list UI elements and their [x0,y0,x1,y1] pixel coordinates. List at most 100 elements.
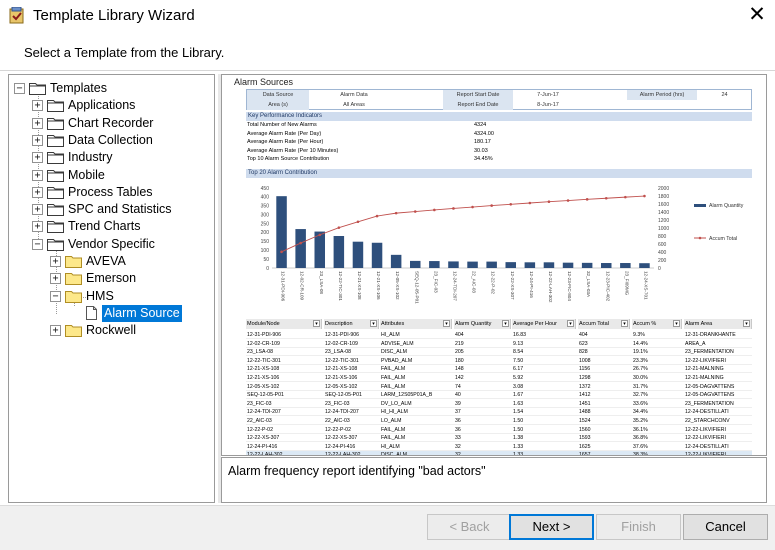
filter-dropdown-icon[interactable]: ▾ [567,320,574,327]
tree-item-alarm-source[interactable]: Alarm Source [9,304,214,322]
tree-item-label: Emerson [86,271,137,286]
collapse-icon[interactable]: − [32,238,43,250]
table-cell: 5.92 [513,375,524,381]
column-header[interactable]: Alarm Area ▾ [684,319,752,329]
tree-item-templates[interactable]: − Templates [9,80,214,97]
tree-item-data-collection[interactable]: + Data Collection [9,132,214,149]
expand-icon[interactable]: + [32,152,43,164]
tree-item-mobile[interactable]: + Mobile [9,167,214,184]
tree-item-applications[interactable]: + Applications [9,97,214,114]
kpi-label: Average Alarm Rate (Per Day) [247,130,322,137]
expand-icon[interactable]: + [50,256,61,267]
table-cell: 26.7% [633,366,648,373]
x-tick-label: 12-24-TDI-207 [452,271,457,301]
expand-icon[interactable]: + [32,204,43,216]
tree-item-process-tables[interactable]: + Process Tables [9,184,214,201]
tree-item-aveva[interactable]: + AVEVA [9,253,214,270]
filter-dropdown-icon[interactable]: ▾ [502,320,509,327]
expand-icon[interactable]: + [32,134,43,146]
collapse-icon[interactable]: − [14,83,25,94]
expand-icon[interactable]: + [32,169,43,181]
table-cell: 32.7% [633,392,648,399]
tree-item-rockwell[interactable]: + Rockwell [9,322,214,339]
accum-point [280,250,283,254]
table-cell: 623 [579,340,588,347]
column-header[interactable]: Module/Node ▾ [246,319,322,329]
table-row: 12-21-XS-108 12-21-XS-108 FAIL_ALM 148 6.17 1… [246,365,752,374]
table-cell: 33 [455,435,461,442]
column-header[interactable]: Accum % ▾ [632,319,682,329]
cancel-button[interactable]: Cancel [683,514,768,540]
next-button[interactable]: Next > [509,514,594,540]
folder-icon [47,202,64,217]
accum-point [375,214,379,218]
filter-dropdown-icon[interactable]: ▾ [443,320,450,327]
column-header[interactable]: Average Per Hour ▾ [512,319,576,329]
y-tick-label-right: 2000 [658,186,669,192]
expand-icon[interactable]: + [50,325,61,337]
accum-point [413,210,417,213]
expand-icon[interactable]: + [32,186,43,198]
tree-item-emerson[interactable]: + Emerson [9,270,214,287]
x-tick-label: 12-23-FIC-804 [567,271,572,301]
tree-item-trend-charts[interactable]: + Trend Charts [9,218,214,235]
close-icon[interactable]: ✕ [746,3,768,27]
expand-icon[interactable]: + [32,100,43,112]
column-header-label: Alarm Area [685,321,713,327]
bar [639,263,650,268]
bar [581,262,593,268]
table-cell: 12-21-MALNING [685,366,724,373]
column-header[interactable]: Accum Total ▾ [578,319,630,329]
column-header-label: Attributes [381,321,405,327]
table-cell: 36.1% [633,426,648,433]
finish-button[interactable]: Finish [596,514,681,540]
table-cell: 23_LSA-08 [325,349,351,356]
filter-dropdown-icon[interactable]: ▾ [743,320,750,327]
tree-item-chart-recorder[interactable]: + Chart Recorder [9,115,214,132]
accum-point [528,201,532,205]
document-icon [83,305,100,320]
tree-item-label: Rockwell [86,323,137,338]
tree-item-vendor-specific[interactable]: − Vendor Specific [9,236,214,253]
filter-dropdown-icon[interactable]: ▾ [370,320,377,327]
y-tick-label-left: 250 [261,221,270,227]
table-row: 12-02-CR-109 12-02-CR-109 ADVISE_ALM 219 9.1… [246,340,752,348]
expand-icon[interactable]: + [50,273,61,285]
table-cell: 1372 [579,383,591,390]
table-cell: 1298 [579,375,591,381]
back-button[interactable]: < Back [427,514,512,540]
table-row: 12-22-TIC-301 12-22-TIC-301 PVBAD_ALM 180 7.… [246,357,752,365]
tree-item-spc-and-statistics[interactable]: + SPC and Statistics [9,201,214,218]
kpi-row: Average Alarm Rate (Per Day) 4324.00 [246,130,752,138]
tree-item-industry[interactable]: + Industry [9,149,214,166]
column-header[interactable]: Description ▾ [324,319,379,329]
accum-point [394,211,398,215]
table-cell: AREA_A [685,340,706,347]
expand-icon[interactable]: + [32,221,43,233]
table-cell: 12-22-LAH-302 [325,452,361,456]
table-row: 12-22-P-02 12-22-P-02 FAIL_ALM 36 1.50 1560 36… [246,426,752,434]
table-cell: 32 [455,443,461,450]
area-value: All Areas [343,102,365,108]
table-cell: 23_LSA-08 [247,349,273,356]
table-cell: 12-02-CR-109 [247,340,280,347]
filter-dropdown-icon[interactable]: ▾ [313,320,320,327]
table-cell: 12-05-XS-102 [325,383,358,390]
tree-item-hms[interactable]: − HMS [9,288,214,305]
filter-dropdown-icon[interactable]: ▾ [621,320,628,327]
table-cell: 3.08 [513,383,524,390]
collapse-icon[interactable]: − [50,290,61,302]
table-cell: 1451 [579,400,591,407]
column-header[interactable]: Alarm Quantity ▾ [454,319,511,329]
y-tick-label-left: 200 [261,230,270,236]
column-header[interactable]: Attributes ▾ [380,319,452,329]
column-header-label: Accum Total [579,321,609,327]
table-cell: 12-05-DAGVATTENS [685,392,735,399]
y-tick-label-right: 1600 [658,202,669,208]
x-tick-label: 12-05-XS-102 [395,271,400,300]
template-tree[interactable]: − Templates + Applications + Chart Recorder + D… [8,74,215,503]
expand-icon[interactable]: + [32,117,43,129]
filter-dropdown-icon[interactable]: ▾ [673,320,680,327]
folder-icon [29,81,46,95]
table-cell: 7.50 [513,357,524,364]
